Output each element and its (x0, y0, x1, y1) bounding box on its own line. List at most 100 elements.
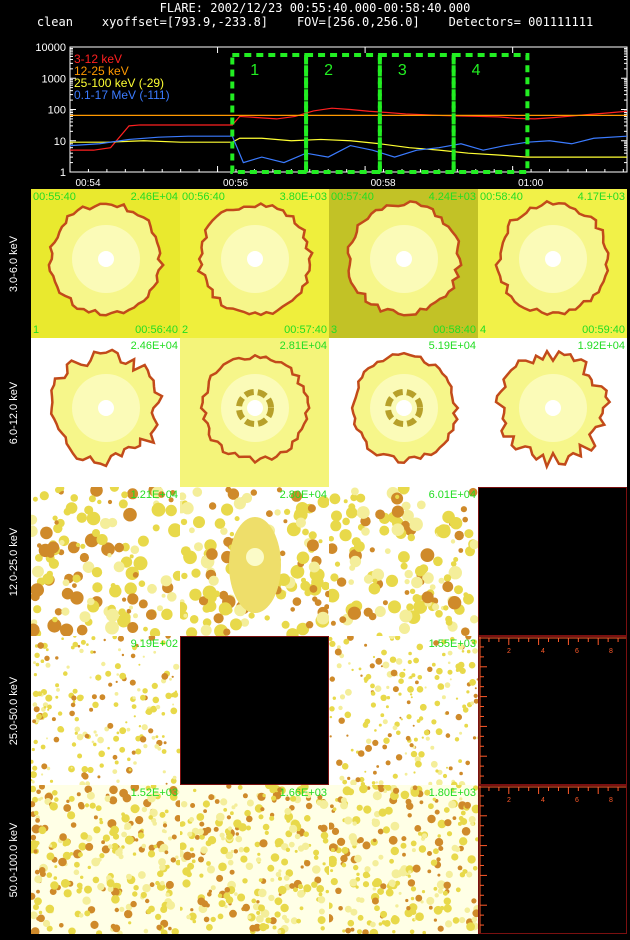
noise-speck (341, 763, 349, 770)
noise-speck (97, 499, 102, 505)
noise-speck (37, 797, 42, 802)
noise-speck (230, 811, 234, 816)
noise-speck (257, 852, 261, 856)
noise-speck (224, 887, 231, 893)
noise-speck (410, 750, 418, 758)
noise-speck (345, 688, 352, 696)
lightcurve-plot: 10000100010010100:54 00:56 00:58 01:003-12 … (35, 42, 628, 187)
noise-speck (421, 591, 434, 604)
noise-speck (205, 826, 212, 834)
noise-speck (70, 702, 76, 708)
noise-speck (400, 790, 410, 800)
noise-speck (385, 705, 389, 709)
noise-speck (374, 606, 386, 617)
noise-speck (385, 888, 394, 897)
row-energy-label: 12.0-25.0 keV (0, 487, 28, 636)
noise-speck (438, 846, 444, 851)
noise-speck (371, 897, 379, 905)
noise-speck (378, 854, 384, 860)
noise-speck (382, 826, 390, 834)
bright-core (545, 400, 561, 416)
noise-speck (207, 865, 215, 874)
noise-speck (170, 857, 176, 863)
noise-speck (89, 676, 92, 679)
noise-speck (437, 888, 444, 894)
noise-speck (338, 906, 343, 911)
noise-speck (432, 603, 440, 611)
noise-speck (217, 913, 224, 920)
noise-speck (99, 763, 104, 768)
noise-speck (110, 923, 116, 929)
noise-speck (246, 825, 251, 831)
noise-speck (190, 908, 194, 912)
noise-speck (145, 708, 153, 715)
noise-speck (437, 834, 441, 838)
noise-speck (457, 865, 463, 871)
noise-speck (423, 729, 430, 736)
noise-speck (92, 582, 103, 593)
noise-speck (161, 593, 166, 598)
noise-speck (199, 873, 204, 878)
noise-speck (295, 517, 306, 528)
noise-speck (159, 811, 166, 818)
noise-speck (404, 579, 410, 585)
noise-speck (153, 650, 157, 654)
noise-speck (256, 910, 261, 915)
noise-speck (182, 879, 191, 888)
noise-speck (210, 885, 216, 891)
noise-speck (318, 908, 325, 915)
noise-speck (90, 487, 103, 497)
noise-speck (81, 772, 88, 779)
noise-speck (85, 842, 94, 851)
image-map (199, 353, 311, 465)
noise-speck (357, 750, 365, 757)
noise-speck (96, 930, 103, 934)
noise-speck (173, 663, 180, 670)
noise-speck (68, 765, 75, 773)
interval-number-label: 2 (182, 324, 189, 336)
noise-speck (445, 711, 450, 715)
noise-speck (59, 539, 65, 546)
noise-speck (200, 624, 212, 636)
noise-speck (189, 817, 195, 822)
noise-speck (161, 712, 166, 716)
noise-speck (116, 673, 119, 676)
noise-speck (434, 700, 441, 707)
noise-speck (427, 851, 432, 856)
noise-speck (45, 662, 51, 668)
noise-speck (370, 683, 375, 689)
noise-speck (89, 707, 94, 712)
interval-label: 2 (324, 62, 333, 79)
noise-speck (70, 494, 78, 502)
noise-speck (435, 769, 439, 773)
noise-speck (270, 853, 280, 862)
noise-speck (394, 636, 401, 641)
noise-speck (430, 745, 435, 750)
noise-speck (296, 551, 310, 565)
noise-speck (339, 694, 346, 700)
noise-speck (49, 779, 54, 783)
noise-speck (375, 509, 385, 520)
noise-speck (105, 620, 119, 635)
noise-speck (459, 837, 468, 846)
noise-speck (283, 875, 290, 881)
noise-speck (121, 491, 128, 499)
noise-speck (284, 508, 291, 515)
noise-speck (454, 846, 461, 853)
noise-speck (229, 869, 235, 875)
noise-speck (31, 583, 44, 597)
noise-speck (31, 771, 37, 779)
noise-speck (402, 852, 406, 857)
noise-speck (141, 724, 148, 731)
flare-image-panel: 9.19E+02 (31, 636, 180, 785)
noise-speck (126, 608, 132, 614)
noise-speck (76, 888, 82, 894)
noise-speck (165, 880, 174, 889)
noise-speck (180, 831, 183, 836)
noise-speck (40, 744, 46, 750)
noise-speck (162, 823, 168, 828)
noise-speck (132, 696, 136, 700)
noise-speck (462, 516, 468, 523)
axis-tick-label: 8 (609, 797, 613, 804)
noise-speck (363, 805, 372, 814)
